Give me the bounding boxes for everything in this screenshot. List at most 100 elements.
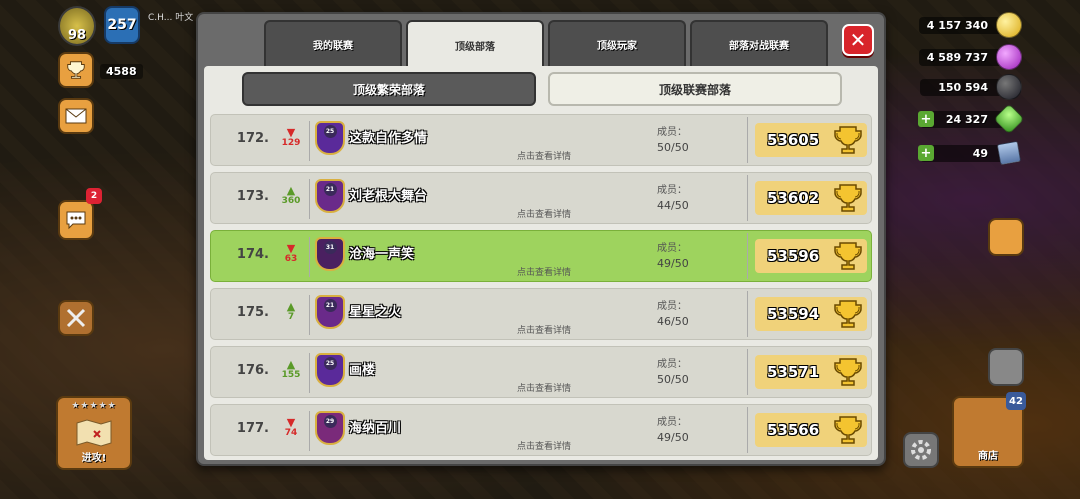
- rank-change-value: 63: [284, 254, 298, 264]
- members-label: 成员：: [657, 301, 687, 312]
- shop-notification-badge: 42: [1006, 392, 1026, 410]
- clan-badge-icon: 21: [315, 295, 345, 329]
- close-button[interactable]: ✕: [842, 24, 874, 56]
- town-hall-badge[interactable]: 257: [104, 6, 140, 44]
- subtab-top-league-clans[interactable]: 顶级联赛部落: [548, 72, 842, 106]
- crossed-swords-icon: [66, 308, 86, 328]
- friendly-challenge-button[interactable]: [988, 218, 1024, 256]
- row-divider: [309, 179, 310, 219]
- rank-change-value: 155: [281, 370, 301, 380]
- tab-clan-war-leagues[interactable]: 部落对战联赛: [690, 20, 828, 66]
- members-label: 成员：: [657, 417, 687, 428]
- trophy-icon: [834, 126, 862, 154]
- row-divider: [309, 121, 310, 161]
- members-count: 44/50: [657, 199, 689, 212]
- gems-resource[interactable]: +24 327: [918, 103, 1025, 135]
- clan-ranking-list[interactable]: 172. ▼ 129 25 这款自作多情 点击查看详情 成员： 50/50 5360…: [210, 114, 872, 462]
- rank-change-value: 360: [281, 196, 301, 206]
- clan-level: 25: [323, 357, 337, 370]
- league-trophy-button[interactable]: [58, 52, 94, 88]
- clan-level: 21: [323, 183, 337, 196]
- attack-button[interactable]: ★★★★★ 进攻!: [56, 396, 132, 470]
- experience-level: 98: [67, 27, 87, 43]
- rank-change: ▲ 155: [279, 359, 303, 380]
- clan-members: 成员： 50/50: [657, 125, 689, 156]
- clan-score: 53602: [755, 181, 867, 215]
- clan-name: 这款自作多情: [349, 131, 428, 146]
- clan-level: 25: [323, 125, 337, 138]
- row-divider: [309, 411, 310, 451]
- clan-row[interactable]: 177. ▼ 74 29 海纳百川 点击查看详情 成员： 49/50 53566: [210, 404, 872, 456]
- clan-level: 21: [323, 299, 337, 312]
- rank-change-value: 129: [281, 138, 301, 148]
- gem-icon: [993, 103, 1025, 135]
- add-gems-plus-icon[interactable]: +: [918, 111, 934, 127]
- row-divider: [309, 237, 310, 277]
- clan-row[interactable]: 173. ▲ 360 21 刘老根大舞台 点击查看详情 成员： 44/50 5360…: [210, 172, 872, 224]
- clan-row[interactable]: 176. ▲ 155 25 画楼 点击查看详情 成员： 50/50 53571: [210, 346, 872, 398]
- medals-resource[interactable]: +49: [918, 140, 1022, 166]
- clan-score-value: 53566: [767, 421, 820, 439]
- trend-arrow-icon: ▲: [286, 358, 296, 371]
- shop-label: 商店: [978, 451, 998, 462]
- rank-change: ▲ 7: [279, 301, 303, 322]
- chat-notification-badge: 2: [86, 188, 102, 204]
- clan-row[interactable]: 174. ▼ 63 31 沧海一声笑 点击查看详情 成员： 49/50 53596: [210, 230, 872, 282]
- clan-score-value: 53602: [767, 189, 820, 207]
- town-hall-value: 257: [107, 17, 137, 33]
- clan-level: 31: [323, 241, 337, 254]
- clan-name: 海纳百川: [349, 421, 402, 436]
- clan-badge-icon: 29: [315, 411, 345, 445]
- builder-button[interactable]: [58, 300, 94, 336]
- clan-name: 画楼: [349, 363, 376, 378]
- clan-members: 成员： 46/50: [657, 299, 689, 330]
- score-divider: [747, 407, 748, 453]
- clan-rank: 176.: [236, 363, 269, 378]
- mail-button[interactable]: [58, 98, 94, 134]
- rank-change: ▼ 63: [279, 243, 303, 264]
- clan-score-value: 53596: [767, 247, 820, 265]
- medal-ticket-icon: [996, 140, 1022, 166]
- clan-score: 53571: [755, 355, 867, 389]
- gold-resource: 4 157 340: [918, 12, 1022, 38]
- score-divider: [747, 349, 748, 395]
- clan-members: 成员： 44/50: [657, 183, 689, 214]
- rank-change-value: 74: [284, 428, 298, 438]
- clan-score: 53566: [755, 413, 867, 447]
- builder-base-switch-button[interactable]: [988, 348, 1024, 386]
- clan-row[interactable]: 172. ▼ 129 25 这款自作多情 点击查看详情 成员： 50/50 5360…: [210, 114, 872, 166]
- view-details-hint: 点击查看详情: [517, 152, 572, 162]
- clan-row[interactable]: 175. ▲ 7 21 星星之火 点击查看详情 成员： 46/50 53594: [210, 288, 872, 340]
- clan-rank: 172.: [236, 131, 269, 146]
- tab-my-league[interactable]: 我的联赛: [264, 20, 402, 66]
- dark-elixir-drop-icon: [996, 74, 1022, 100]
- elixir-resource: 4 589 737: [918, 44, 1022, 70]
- score-divider: [747, 291, 748, 337]
- player-name: C.H... 叶文: [148, 13, 194, 23]
- clan-ranking-subtabs: 顶级繁荣部落 顶级联赛部落: [242, 72, 842, 106]
- attack-stars: ★★★★★: [71, 401, 117, 411]
- leaderboard-panel: 我的联赛 顶级部落 顶级玩家 部落对战联赛 ✕ 顶级繁荣部落 顶级联赛部落 17…: [196, 12, 886, 466]
- elixir-drop-icon: [996, 44, 1022, 70]
- trend-arrow-icon: ▲: [286, 300, 296, 313]
- clan-members: 成员： 50/50: [657, 357, 689, 388]
- trophy-icon: [834, 416, 862, 444]
- dark-elixir-resource: 150 594: [920, 74, 1022, 100]
- clan-rank: 174.: [236, 247, 269, 262]
- tab-top-players[interactable]: 顶级玩家: [548, 20, 686, 66]
- subtab-top-prosperous-clans[interactable]: 顶级繁荣部落: [242, 72, 536, 106]
- view-details-hint: 点击查看详情: [517, 326, 572, 336]
- members-label: 成员：: [657, 185, 687, 196]
- add-medals-plus-icon[interactable]: +: [918, 145, 934, 161]
- clan-score-value: 53594: [767, 305, 820, 323]
- clan-name: 星星之火: [349, 305, 402, 320]
- rank-change: ▼ 129: [279, 127, 303, 148]
- score-divider: [747, 175, 748, 221]
- chat-button[interactable]: [58, 200, 94, 240]
- clan-members: 成员： 49/50: [657, 415, 689, 446]
- rank-change-value: 7: [287, 312, 295, 322]
- experience-level-badge[interactable]: 98: [58, 6, 96, 46]
- tab-top-clans[interactable]: 顶级部落: [406, 20, 544, 68]
- settings-gear-icon[interactable]: [903, 432, 939, 468]
- rank-change: ▲ 360: [279, 185, 303, 206]
